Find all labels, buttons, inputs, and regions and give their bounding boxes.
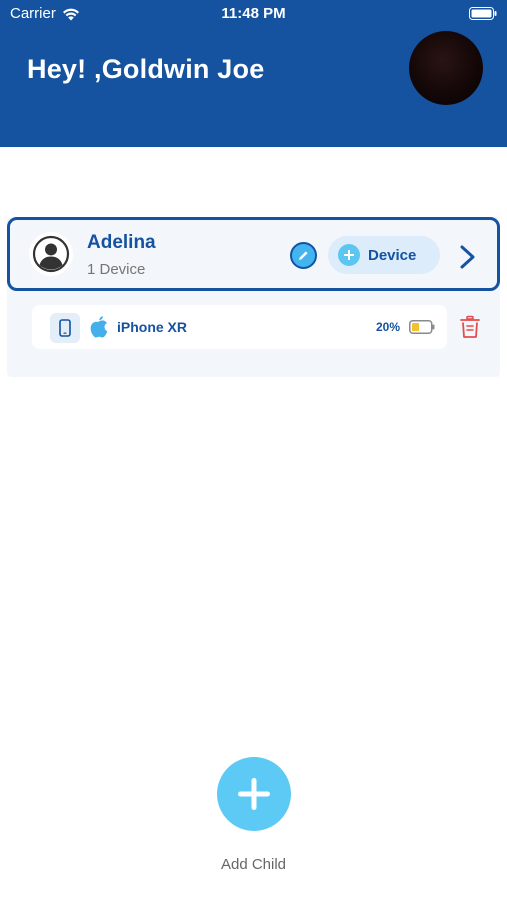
child-avatar — [29, 232, 73, 276]
battery-level-icon — [409, 320, 435, 334]
plus-circle-icon — [338, 244, 360, 266]
delete-device-icon[interactable] — [459, 315, 481, 339]
status-time: 11:48 PM — [221, 5, 286, 22]
add-device-button[interactable]: Device — [328, 236, 440, 274]
apple-icon — [90, 316, 108, 338]
greeting-title: Hey! ,Goldwin Joe — [27, 54, 265, 84]
device-name: iPhone XR — [117, 319, 188, 335]
phone-icon-box — [50, 313, 80, 343]
chevron-right-icon[interactable] — [459, 244, 477, 270]
profile-avatar[interactable] — [409, 31, 483, 105]
add-child-label: Add Child — [220, 856, 287, 873]
status-bar: Carrier 11:48 PM — [0, 0, 507, 28]
user-icon — [32, 235, 70, 273]
phone-icon — [59, 319, 71, 337]
pencil-icon — [299, 251, 308, 260]
device-row[interactable]: iPhone XR 20% — [32, 305, 447, 349]
app-header: Carrier 11:48 PM Hey! ,Goldwin Joe — [0, 0, 507, 147]
child-card[interactable]: Adelina 1 Device Device — [7, 217, 500, 291]
child-name: Adelina — [87, 232, 156, 253]
child-device-count: 1 Device — [87, 261, 146, 278]
add-child-button[interactable] — [217, 757, 291, 831]
add-device-label: Device — [368, 246, 417, 264]
plus-icon — [238, 778, 270, 810]
battery-percentage: 20% — [376, 320, 401, 334]
edit-child-button[interactable] — [290, 242, 317, 269]
battery-icon — [469, 7, 497, 20]
